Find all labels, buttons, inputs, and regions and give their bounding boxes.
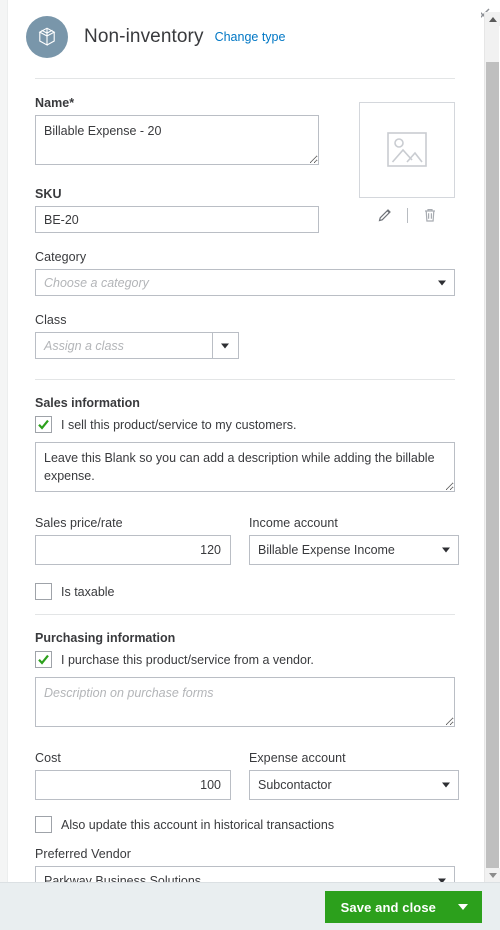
product-service-panel: Non-inventory Change type Name* Billable… <box>0 0 500 930</box>
tools-divider <box>406 207 408 223</box>
income-account-value[interactable]: Billable Expense Income <box>249 535 459 565</box>
pencil-icon[interactable] <box>377 207 393 223</box>
purchase-checkbox[interactable] <box>35 651 52 668</box>
historical-checkbox-row[interactable]: Also update this account in historical t… <box>35 816 455 833</box>
scroll-down-arrow-icon[interactable] <box>485 868 500 882</box>
image-placeholder-icon[interactable] <box>359 102 455 198</box>
item-image-block <box>359 102 455 223</box>
sell-checkbox-label: I sell this product/service to my custom… <box>61 417 297 432</box>
image-tools <box>359 207 455 223</box>
sales-description-input[interactable]: Leave this Blank so you can add a descri… <box>35 442 455 492</box>
expense-account-dropdown[interactable]: Subcontactor <box>249 770 459 800</box>
sales-divider <box>35 379 455 380</box>
form-panel: Non-inventory Change type Name* Billable… <box>9 0 481 882</box>
purchasing-information-heading: Purchasing information <box>35 631 176 645</box>
sales-section: Sales information I sell this product/se… <box>9 396 481 600</box>
historical-checkbox[interactable] <box>35 816 52 833</box>
vertical-scrollbar[interactable] <box>484 12 500 882</box>
expense-account-label: Expense account <box>249 751 346 765</box>
sku-input[interactable] <box>35 206 319 233</box>
purchase-description-input[interactable] <box>35 677 455 727</box>
panel-header: Non-inventory Change type <box>9 0 481 58</box>
preferred-vendor-value[interactable]: Parkway Business Solutions <box>35 866 455 882</box>
expense-account-value[interactable]: Subcontactor <box>249 770 459 800</box>
preferred-vendor-label: Preferred Vendor <box>35 847 131 861</box>
taxable-checkbox-label: Is taxable <box>61 584 115 599</box>
scroll-up-arrow-icon[interactable] <box>485 12 500 26</box>
save-and-close-label: Save and close <box>340 899 436 915</box>
scrollbar-thumb[interactable] <box>486 62 499 870</box>
panel-footer: Save and close <box>0 882 500 930</box>
category-label: Category <box>35 250 87 264</box>
header-divider <box>35 78 455 79</box>
save-and-close-button[interactable]: Save and close <box>324 891 482 923</box>
page-title: Non-inventory <box>84 26 204 47</box>
sales-price-input[interactable] <box>35 535 231 565</box>
sales-price-label: Sales price/rate <box>35 516 123 530</box>
category-dropdown[interactable]: Choose a category <box>35 269 455 296</box>
cost-label: Cost <box>35 751 61 765</box>
sales-information-heading: Sales information <box>35 396 140 410</box>
sell-checkbox-row[interactable]: I sell this product/service to my custom… <box>35 416 455 433</box>
sell-checkbox[interactable] <box>35 416 52 433</box>
left-edge-strip <box>0 0 8 930</box>
class-value[interactable]: Assign a class <box>35 332 212 359</box>
class-label: Class <box>35 313 67 327</box>
class-dropdown-button[interactable] <box>212 332 239 359</box>
purchasing-section: Purchasing information I purchase this p… <box>9 631 481 882</box>
open-box-icon <box>26 16 68 58</box>
taxable-checkbox-row[interactable]: Is taxable <box>35 583 455 600</box>
category-value[interactable]: Choose a category <box>35 269 455 296</box>
historical-checkbox-label: Also update this account in historical t… <box>61 817 335 832</box>
taxable-checkbox[interactable] <box>35 583 52 600</box>
trash-icon[interactable] <box>422 207 438 223</box>
change-type-link[interactable]: Change type <box>215 30 286 44</box>
name-input[interactable]: Billable Expense - 20 <box>35 115 319 165</box>
purchasing-divider <box>35 614 455 615</box>
chevron-down-icon[interactable] <box>458 904 468 910</box>
purchase-checkbox-label: I purchase this product/service from a v… <box>61 652 314 667</box>
cost-input[interactable] <box>35 770 231 800</box>
income-account-label: Income account <box>249 516 338 530</box>
purchase-checkbox-row[interactable]: I purchase this product/service from a v… <box>35 651 455 668</box>
class-dropdown[interactable]: Assign a class <box>35 332 239 359</box>
income-account-dropdown[interactable]: Billable Expense Income <box>249 535 459 565</box>
preferred-vendor-dropdown[interactable]: Parkway Business Solutions <box>35 866 455 882</box>
chevron-down-icon <box>221 343 229 348</box>
